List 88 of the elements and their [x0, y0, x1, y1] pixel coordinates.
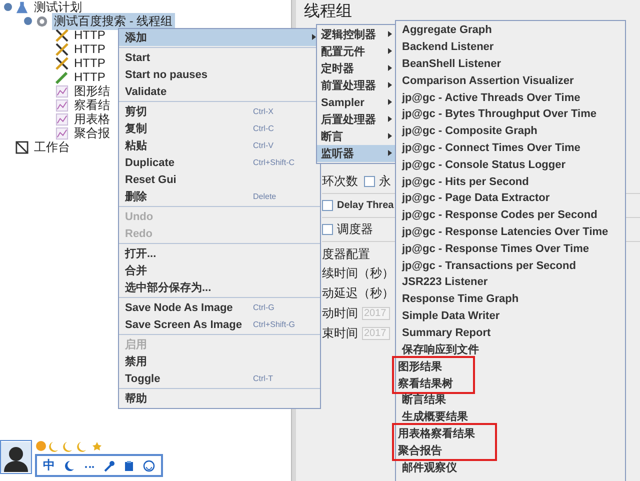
graph-icon [55, 126, 69, 140]
menu-item[interactable]: jp@gc - Transactions per Second [396, 257, 608, 274]
workbench-icon [15, 140, 29, 154]
graph-icon [55, 98, 69, 112]
clipboard-icon[interactable] [123, 460, 135, 472]
smiley-icon[interactable] [143, 460, 155, 472]
panel-title: 线程组 [303, 2, 352, 22]
menu-item[interactable]: Comparison Assertion Visualizer [396, 72, 608, 90]
graph-icon [55, 84, 69, 98]
graph-icon [55, 112, 69, 126]
tree-item[interactable]: 聚合报 [72, 124, 112, 142]
flask-icon [15, 0, 29, 14]
menu-item[interactable]: Toggle Ctrl-T [119, 370, 320, 387]
menu-item[interactable]: 邮件观察仪 [396, 458, 457, 476]
menu-item[interactable]: 监听器 [317, 145, 396, 162]
menu-item[interactable]: Duplicate Ctrl+Shift-C [119, 154, 320, 171]
menu-item[interactable]: jp@gc - Composite Graph [396, 122, 608, 140]
tree-item[interactable]: 工作台 [32, 138, 72, 156]
menu-item[interactable]: Response Time Graph [396, 290, 608, 308]
menu-item[interactable]: BeanShell Listener [396, 56, 608, 72]
menu-item[interactable]: jp@gc - Connect Times Over Time [396, 140, 608, 156]
menu-item[interactable]: Validate [119, 83, 320, 100]
checkbox-label: 调度器 [337, 221, 373, 238]
tree-toggle[interactable] [4, 3, 12, 11]
tree-item[interactable]: 测试百度搜索 - 线程组 [52, 12, 175, 30]
pencil-icon [55, 70, 69, 84]
menu-item[interactable]: jp@gc - Response Times Over Time [396, 240, 608, 258]
crossed-tools-icon [55, 28, 69, 42]
field-label: 环次数 [322, 173, 358, 190]
checkbox-label: 永 [379, 173, 391, 190]
menu-item[interactable]: 删除 Delete [119, 188, 320, 205]
menu-item[interactable]: 保存响应到文件 [396, 341, 608, 358]
tree-item[interactable]: 用表格 [72, 110, 112, 128]
menu-item[interactable]: jp@gc - Page Data Extractor [396, 190, 608, 207]
menu-item[interactable]: JSR223 Listener [396, 274, 608, 291]
tree-item[interactable]: HTTP [72, 42, 108, 56]
checkbox[interactable] [322, 224, 333, 235]
tree-item[interactable]: 察看结 [72, 96, 112, 114]
menu-item[interactable]: jp@gc - Response Latencies Over Time [396, 224, 608, 240]
menu-item[interactable]: 复制 Ctrl-C [119, 120, 320, 137]
menu-item[interactable]: 选中部分保存为... [119, 279, 320, 296]
menu-item[interactable]: Backend Listener [396, 38, 608, 56]
field-label: 动时间 [322, 304, 358, 322]
menu-item[interactable]: Start no pauses [119, 66, 320, 83]
menu-item[interactable]: 打开... [119, 245, 320, 262]
gear-icon [35, 14, 49, 28]
menu-item[interactable]: 图形结果 [396, 358, 453, 375]
moon-icon[interactable] [63, 460, 75, 472]
crossed-tools-icon [55, 42, 69, 56]
input-mode-toggle[interactable]: 中 [43, 457, 55, 474]
menu-item[interactable]: 聚合报告 [396, 442, 475, 459]
menu-item[interactable]: 剪切 Ctrl-X [119, 103, 320, 120]
checkbox[interactable] [364, 176, 375, 187]
menu-item[interactable]: jp@gc - Hits per Second [396, 173, 608, 190]
tree-item[interactable]: HTTP [72, 70, 108, 84]
menu-item[interactable]: Save Screen As Image Ctrl+Shift-G [119, 316, 320, 333]
menu-item[interactable]: Save Node As Image Ctrl-G [119, 299, 320, 316]
menu-item[interactable]: 用表格察看结果 [396, 425, 475, 442]
menu-item[interactable]: 帮助 [119, 390, 320, 407]
menu-item[interactable]: 生成概要结果 [396, 408, 468, 426]
menu-item[interactable]: jp@gc - Bytes Throughput Over Time [396, 106, 608, 123]
menu-item[interactable]: 察看结果树 [396, 374, 453, 392]
menu-item[interactable]: jp@gc - Active Threads Over Time [396, 89, 608, 106]
checkbox-label: Delay Threa [337, 200, 394, 211]
checkbox[interactable] [322, 200, 333, 211]
menu-item[interactable]: 断言结果 [396, 392, 468, 408]
menu-item[interactable]: Start [119, 49, 320, 66]
menu-item[interactable]: 粘贴 Ctrl-V [119, 137, 320, 154]
field-label: 动延迟（秒） [322, 284, 394, 302]
tree-item[interactable]: 图形结 [72, 82, 112, 100]
menu-item[interactable]: Simple Data Writer [396, 308, 608, 324]
field-label: 续时间（秒） [322, 264, 394, 282]
menu-item[interactable]: 合并 [119, 262, 320, 279]
group-title: 度器配置 [322, 246, 370, 263]
menu-item[interactable]: jp@gc - Console Status Logger [396, 156, 608, 174]
menu-item[interactable]: 禁用 [119, 353, 320, 370]
tree-item[interactable]: HTTP [72, 28, 108, 42]
wrench-icon[interactable] [103, 460, 115, 472]
crossed-tools-icon [55, 56, 69, 70]
tree-item[interactable]: 测试计划 [32, 0, 84, 16]
tree-toggle[interactable] [24, 17, 32, 25]
menu-item[interactable]: jp@gc - Response Codes per Second [396, 206, 608, 224]
tree-item[interactable]: HTTP [72, 56, 108, 70]
menu-item[interactable]: Reset Gui [119, 171, 320, 188]
menu-item[interactable]: Aggregate Graph [396, 22, 608, 39]
avatar-icon [0, 440, 32, 474]
field-label: 束时间 [322, 324, 358, 342]
menu-item[interactable]: Summary Report [396, 324, 608, 342]
